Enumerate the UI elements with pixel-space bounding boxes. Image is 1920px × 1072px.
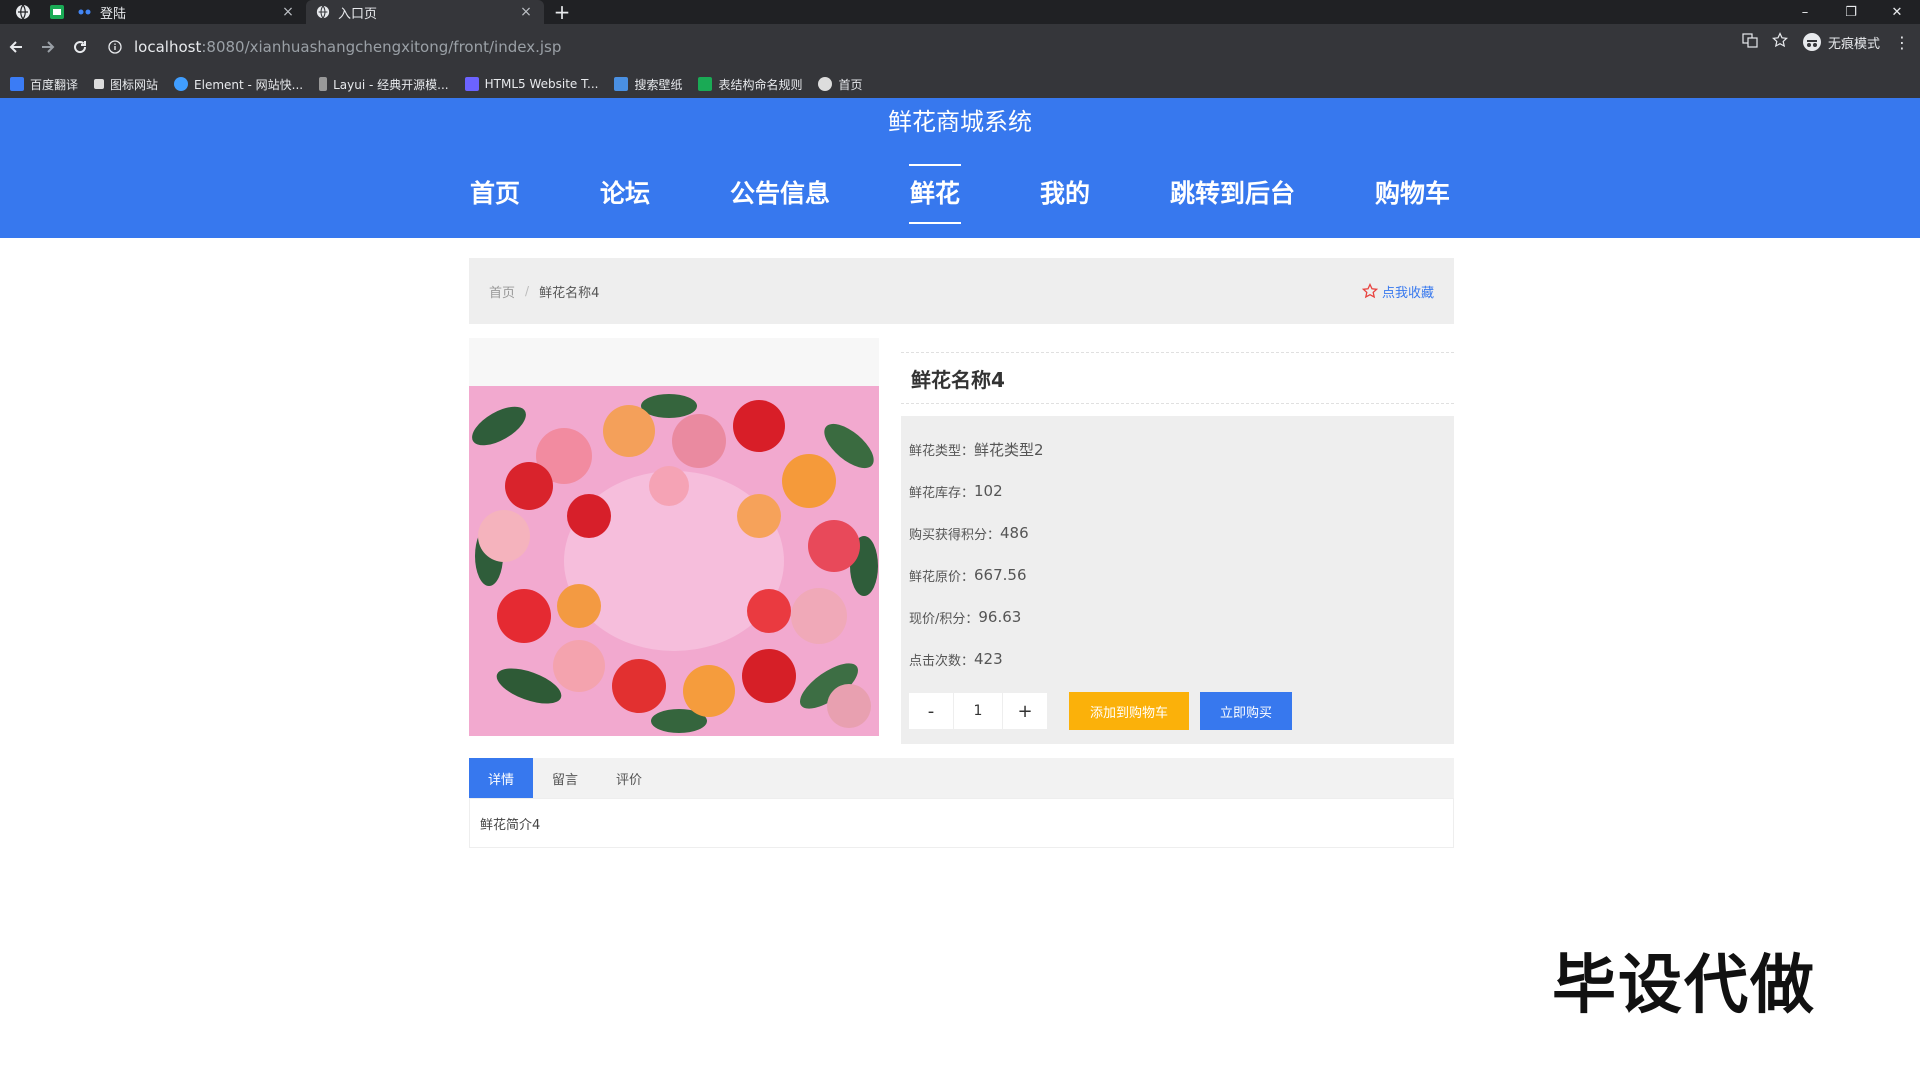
browser-tab-entry[interactable]: 入口页 ×: [306, 0, 544, 24]
quantity-input[interactable]: 1: [953, 693, 1003, 729]
info-row-current-price: 现价/积分： 96.63: [909, 608, 1022, 627]
nav-cart[interactable]: 购物车: [1335, 164, 1490, 224]
address-bar[interactable]: localhost:8080/xianhuashangchengxitong/f…: [104, 32, 1684, 62]
nav-backend[interactable]: 跳转到后台: [1130, 164, 1335, 224]
bookmark-item[interactable]: 首页: [818, 76, 863, 93]
pinned-tab-icon[interactable]: [46, 0, 68, 24]
purchase-actions: - 1 + 添加到购物车 立即购买: [909, 692, 1446, 730]
product-name: 鲜花名称4: [911, 367, 1005, 392]
bookmark-item[interactable]: 百度翻译: [10, 76, 78, 93]
tab-comments[interactable]: 留言: [533, 758, 597, 798]
info-row-points: 购买获得积分： 486: [909, 524, 1029, 543]
nav-mine[interactable]: 我的: [1000, 164, 1130, 224]
window-controls: – ❐ ✕: [1782, 0, 1920, 24]
star-icon[interactable]: [1771, 32, 1788, 52]
nav-home[interactable]: 首页: [430, 164, 560, 224]
image-column-header: [469, 338, 879, 386]
info-icon[interactable]: [104, 36, 126, 58]
tab-content: 鲜花简介4: [469, 798, 1454, 848]
close-icon[interactable]: ×: [280, 4, 296, 20]
bookmark-item[interactable]: 搜索壁纸: [614, 76, 682, 93]
dots-icon: [78, 5, 92, 19]
nav-forum[interactable]: 论坛: [560, 164, 690, 224]
back-arrow-icon[interactable]: [0, 31, 32, 63]
sheet-icon: [698, 77, 713, 91]
info-row-original-price: 鲜花原价： 667.56: [909, 566, 1027, 585]
bookmark-item[interactable]: Element - 网站快...: [174, 76, 303, 93]
info-row-clicks: 点击次数： 423: [909, 650, 1003, 669]
browser-tab-strip: 登陆 × 入口页 × + – ❐ ✕: [0, 0, 1920, 24]
product-info-panel: 鲜花类型： 鲜花类型2 鲜花库存： 102 购买获得积分： 486 鲜花原价： 667.…: [901, 416, 1454, 744]
browser-tab-login[interactable]: 登陆 ×: [68, 0, 306, 24]
site-header: 鲜花商城系统 首页 论坛 公告信息 鲜花 我的 跳转到后台 购物车: [0, 98, 1920, 238]
close-icon[interactable]: ×: [518, 4, 534, 20]
layui-logo-icon: [319, 77, 328, 91]
incognito-label: 无痕模式: [1827, 36, 1880, 52]
incognito-indicator[interactable]: 无痕模式: [1802, 32, 1880, 52]
restore-button[interactable]: ❐: [1828, 0, 1874, 24]
watermark-text: 毕设代做: [1552, 949, 1816, 1023]
bookmark-item[interactable]: Layui - 经典开源模...: [319, 76, 449, 93]
increment-button[interactable]: +: [1003, 693, 1047, 729]
info-row-stock: 鲜花库存： 102: [909, 482, 1003, 501]
tab-reviews[interactable]: 评价: [597, 758, 661, 798]
wallpaper-icon: [614, 77, 629, 91]
bookmarks-bar: 百度翻译 图标网站 Element - 网站快... Layui - 经典开源模…: [0, 70, 1920, 98]
flag-icon: [94, 79, 105, 89]
product-image[interactable]: [469, 386, 879, 736]
globe-icon: [818, 77, 833, 91]
favorite-label: 点我收藏: [1381, 285, 1434, 301]
tab-detail[interactable]: 详情: [469, 758, 533, 798]
buy-now-button[interactable]: 立即购买: [1200, 692, 1292, 730]
site-title: 鲜花商城系统: [888, 108, 1032, 136]
tab-title: 入口页: [338, 6, 378, 22]
tab-title: 登陆: [100, 6, 127, 22]
minimize-button[interactable]: –: [1782, 0, 1828, 24]
translate-icon[interactable]: [1742, 32, 1758, 52]
detail-tabs: 详情 留言 评价: [469, 758, 1454, 798]
bookmark-item[interactable]: 图标网站: [94, 76, 158, 93]
add-to-cart-button[interactable]: 添加到购物车: [1069, 692, 1189, 730]
favorite-button[interactable]: 点我收藏: [1361, 282, 1434, 301]
browser-toolbar: localhost:8080/xianhuashangchengxitong/f…: [0, 24, 1920, 70]
url-host: localhost: [134, 38, 202, 56]
globe-icon: [316, 5, 330, 19]
star-outline-icon: [1361, 283, 1378, 299]
incognito-icon: [1802, 33, 1821, 51]
translate-bookmark-icon: [10, 77, 24, 91]
new-tab-button[interactable]: +: [548, 0, 576, 24]
reload-icon[interactable]: [64, 31, 96, 63]
bookmark-item[interactable]: 表结构命名规则: [698, 76, 802, 93]
info-row-type: 鲜花类型： 鲜花类型2: [909, 440, 1044, 459]
product-name-box: 鲜花名称4: [901, 352, 1454, 404]
quantity-stepper: - 1 +: [909, 693, 1047, 729]
breadcrumb-separator: /: [525, 284, 530, 298]
breadcrumb-current: 鲜花名称4: [539, 285, 600, 301]
url-path: :8080/xianhuashangchengxitong/front/inde…: [201, 38, 562, 56]
decrement-button[interactable]: -: [909, 693, 953, 729]
html5-icon: [464, 77, 479, 91]
kebab-menu-icon[interactable]: ⋮: [1894, 33, 1910, 52]
forward-arrow-icon[interactable]: [32, 31, 64, 63]
nav-flowers[interactable]: 鲜花: [870, 164, 1000, 224]
main-nav: 首页 论坛 公告信息 鲜花 我的 跳转到后台 购物车: [0, 164, 1920, 224]
breadcrumb-home[interactable]: 首页: [489, 282, 515, 301]
browser-menu-icon[interactable]: [12, 0, 34, 24]
bookmark-item[interactable]: HTML5 Website T...: [464, 77, 598, 91]
breadcrumb: 首页 / 鲜花名称4 点我收藏: [469, 258, 1454, 324]
toolbar-right: 无痕模式 ⋮: [1742, 32, 1910, 52]
close-window-button[interactable]: ✕: [1874, 0, 1920, 24]
element-logo-icon: [174, 77, 189, 91]
nav-notices[interactable]: 公告信息: [690, 164, 870, 224]
